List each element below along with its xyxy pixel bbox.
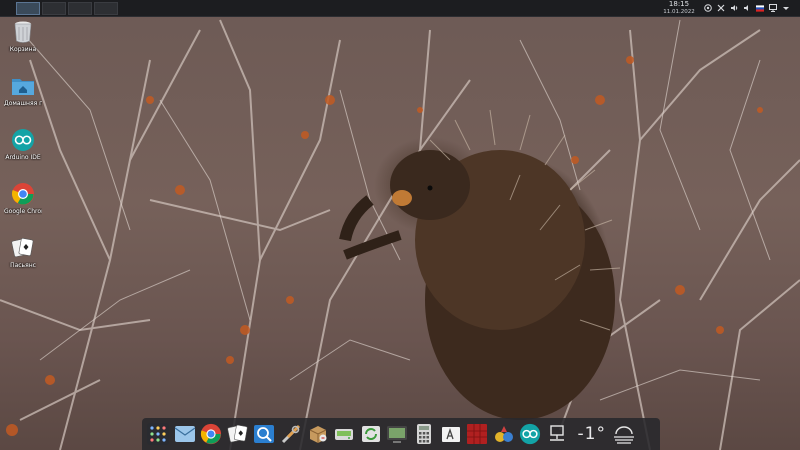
screen-icon [387, 426, 408, 443]
desktop-icon-solitaire[interactable]: Пасьянс [4, 236, 42, 269]
text-editor-icon [441, 427, 460, 442]
mail-icon [174, 426, 195, 442]
chrome-icon [201, 423, 222, 445]
desktop-icon-chrome[interactable]: Google Chrome [4, 182, 42, 215]
update-icon [361, 426, 380, 442]
dock-item-app-grid[interactable] [146, 422, 170, 446]
tools-icon[interactable] [717, 4, 725, 12]
arduino-icon [520, 423, 541, 445]
dock-item-terminal-red[interactable] [465, 422, 489, 446]
wallpaper-branches [0, 19, 800, 450]
flag-ru-icon[interactable] [756, 4, 764, 12]
dock: -1° [142, 418, 660, 450]
chevron-down-icon[interactable] [782, 4, 790, 12]
dock-item-arduino[interactable] [518, 422, 542, 446]
system-tray [704, 0, 790, 16]
dock-item-calculator[interactable] [412, 422, 436, 446]
package-icon [309, 426, 327, 443]
porcupine [339, 109, 621, 420]
desktop-wallpaper [0, 0, 800, 450]
speaker-icon[interactable] [743, 4, 751, 12]
dock-item-network[interactable] [545, 422, 569, 446]
network-icon [549, 425, 564, 441]
desktop-tab-4[interactable] [94, 1, 118, 15]
dock-item-weather[interactable] [612, 422, 636, 446]
dock-item-mail[interactable] [173, 422, 197, 446]
trash-icon [14, 21, 32, 43]
calculator-icon [416, 424, 431, 444]
games-icon [494, 426, 513, 442]
desktop-tab-2[interactable] [42, 1, 66, 15]
dock-item-photo-viewer[interactable] [252, 422, 276, 446]
dock-item-disk[interactable] [332, 422, 356, 446]
chrome-icon [12, 183, 34, 205]
dock-item-tools[interactable] [279, 422, 303, 446]
dock-item-package[interactable] [306, 422, 330, 446]
display-icon[interactable] [769, 4, 777, 12]
desktop-icon-label: Пасьянс [10, 262, 36, 269]
desktop-icon-trash[interactable]: Корзина [4, 20, 42, 53]
cards-icon [227, 424, 248, 443]
terminal-red-icon [467, 424, 488, 444]
dock-item-chrome[interactable] [199, 422, 223, 446]
dock-item-games[interactable] [492, 422, 516, 446]
dock-item-screen[interactable] [385, 422, 409, 446]
desktop-icon-home-folder[interactable]: Домашняя папка [4, 74, 42, 107]
clock[interactable]: 18:15 11.01.2022 [652, 1, 706, 16]
arduino-icon [12, 129, 34, 151]
virtual-desktops [16, 1, 118, 15]
cards-icon [11, 238, 34, 258]
desktop-icon-arduino[interactable]: Arduino IDE [4, 128, 42, 161]
weather-temperature[interactable]: -1° [578, 424, 606, 444]
dock-item-update[interactable] [359, 422, 383, 446]
disk-icon [335, 429, 354, 440]
desktop-icon-label: Домашняя папка [4, 100, 42, 107]
fog-icon [613, 426, 634, 444]
desktop-tab-3[interactable] [68, 1, 92, 15]
desktop-icon-label: Корзина [9, 46, 37, 53]
desktop-icon-label: Arduino IDE [5, 154, 41, 161]
dock-item-solitaire[interactable] [226, 422, 250, 446]
dock-item-text-editor[interactable] [439, 422, 463, 446]
volume-icon[interactable] [730, 4, 738, 12]
tools-icon [281, 424, 301, 444]
clock-date: 11.01.2022 [663, 9, 695, 15]
desktop-tab-1[interactable] [16, 1, 40, 15]
app-grid-icon [147, 423, 169, 445]
folder-home-icon [12, 79, 34, 95]
top-panel: 18:15 11.01.2022 [0, 0, 800, 17]
network-icon[interactable] [704, 4, 712, 12]
clock-time: 18:15 [668, 0, 690, 8]
photo-viewer-icon [254, 425, 275, 443]
desktop-icon-label: Google Chrome [4, 208, 42, 215]
